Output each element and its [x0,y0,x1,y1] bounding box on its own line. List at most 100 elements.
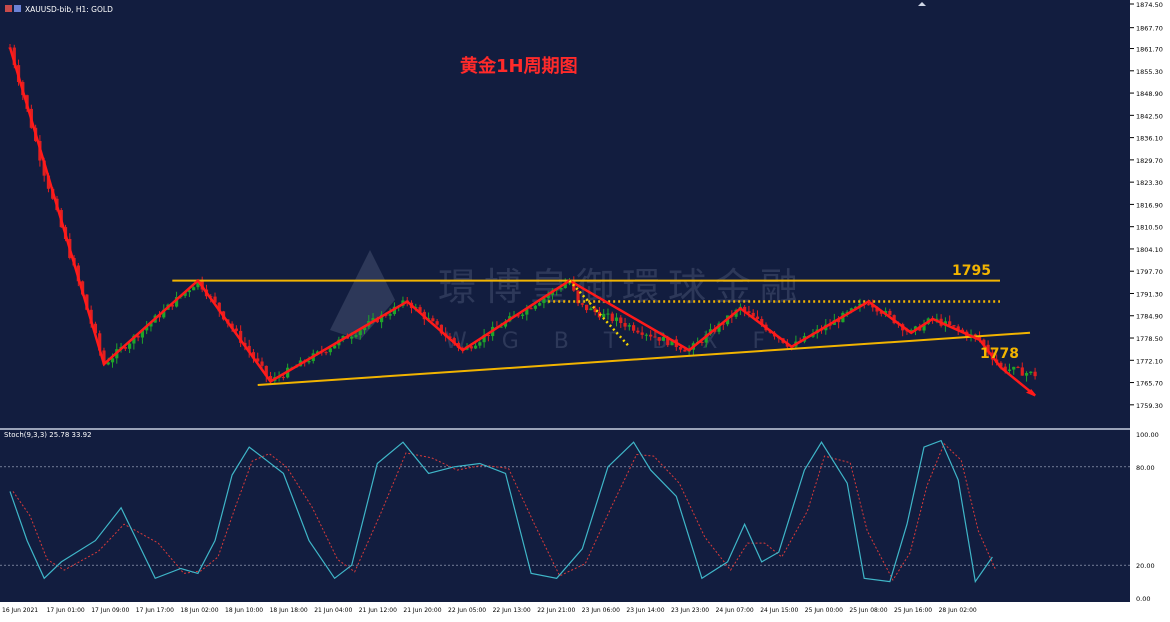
time-tick-label: 22 Jun 13:00 [493,607,531,614]
candle-body [649,334,653,337]
candle-body [260,361,264,366]
chart-window: 璟博皇御環球金融 W G B T B X F 1874.50 1867.70 186… [0,0,1170,618]
candle-body [431,318,435,322]
candle-body [435,321,439,325]
candle-body [678,347,683,350]
time-tick-label: 21 Jun 04:00 [314,607,352,614]
candle-body [281,376,285,378]
level-label-1795: 1795 [952,263,991,279]
candle-body [636,330,640,333]
price-tick-label: 1867.70 [1136,25,1163,33]
window-title: XAUUSD-bib, H1: GOLD [25,5,113,14]
candle-body [1016,366,1020,368]
time-tick-label: 25 Jun 08:00 [849,607,887,614]
candle-body [388,314,392,316]
price-tick-label: 1759.30 [1136,402,1163,410]
price-tick-label: 1816.90 [1136,201,1163,209]
candle-body [602,313,606,318]
price-tick-label: 1784.90 [1136,313,1163,321]
candle-body [866,304,871,306]
stoch-tick-label: 100.00 [1136,431,1159,439]
time-tick-label: 24 Jun 15:00 [760,607,798,614]
chart-canvas: 璟博皇御環球金融 W G B T B X F 1874.50 1867.70 186… [0,0,1170,618]
candle-body [520,314,525,316]
candle-body [1029,371,1033,374]
stoch-tick-label: 80.00 [1136,464,1155,472]
time-tick-label: 16 Jun 2021 [2,607,38,614]
stoch-tick-label: 0.00 [1136,595,1150,603]
time-tick-label: 23 Jun 23:00 [671,607,709,614]
time-tick-label: 21 Jun 20:00 [403,607,441,614]
price-tick-label: 1829.70 [1136,157,1163,165]
candle-body [1012,366,1016,370]
price-tick-label: 1791.30 [1136,290,1163,298]
time-tick-label: 17 Jun 09:00 [91,607,129,614]
candle-body [631,325,636,331]
candle-body [948,321,952,326]
candle-body [529,308,533,310]
candle-body [683,349,687,352]
price-tick-label: 1772.10 [1136,357,1163,365]
candle-body [192,287,196,291]
time-tick-label: 22 Jun 05:00 [448,607,486,614]
candle-body [644,334,649,336]
candle-body [473,345,478,349]
time-tick-label: 18 Jun 18:00 [270,607,308,614]
time-tick-label: 25 Jun 16:00 [894,607,932,614]
time-tick-label: 22 Jun 21:00 [537,607,575,614]
time-tick-label: 21 Jun 12:00 [359,607,397,614]
candle-body [1024,373,1029,376]
candle-body [585,304,589,311]
stoch-tick-label: 20.00 [1136,562,1155,570]
price-tick-label: 1797.70 [1136,268,1163,276]
price-tick-label: 1810.50 [1136,224,1163,232]
candle-body [657,337,661,341]
flag-icon [14,5,21,12]
time-tick-label: 18 Jun 10:00 [225,607,263,614]
candle-body [661,336,666,341]
price-tick-label: 1842.50 [1136,112,1163,120]
price-tick-label: 1855.30 [1136,68,1163,76]
candle-body [307,361,311,363]
time-tick-label: 23 Jun 14:00 [626,607,664,614]
time-tick-label: 18 Jun 02:00 [180,607,218,614]
candle-body [538,303,542,306]
candle-body [478,342,482,346]
candle-body [1007,369,1012,371]
price-tick-label: 1765.70 [1136,380,1163,388]
candle-body [619,317,623,324]
price-tick-label: 1804.10 [1136,246,1163,254]
candle-body [610,313,614,321]
candle-body [350,336,354,339]
candle-body [755,316,760,319]
time-tick-label: 28 Jun 02:00 [939,607,977,614]
candle-body [589,308,593,311]
watermark-subtext: W G B T B X F [445,329,779,354]
candle-body [1020,367,1024,376]
candle-body [328,348,332,353]
watermark-text: 璟博皇御環球金融 [438,265,806,309]
time-tick-label: 23 Jun 06:00 [582,607,620,614]
price-tick-label: 1861.70 [1136,46,1163,54]
candle-body [324,352,328,354]
time-tick-label: 17 Jun 01:00 [47,607,85,614]
candle-body [533,305,537,309]
candle-body [1033,371,1037,377]
candle-body [640,332,644,335]
price-tick-label: 1874.50 [1136,1,1163,9]
stoch-title: Stoch(9,3,3) 25.78 33.92 [4,431,92,439]
time-tick-label: 17 Jun 17:00 [136,607,174,614]
price-tick-label: 1836.10 [1136,135,1163,143]
level-label-1778: 1778 [980,346,1019,362]
chart-annotation-title: 黄金1H周期图 [460,55,578,77]
candle-body [627,325,631,327]
candle-body [952,325,956,327]
price-tick-label: 1848.90 [1136,90,1163,98]
price-tick-label: 1823.30 [1136,179,1163,187]
time-tick-label: 24 Jun 07:00 [716,607,754,614]
time-tick-label: 25 Jun 00:00 [805,607,843,614]
candle-body [354,335,358,337]
candle-body [653,336,657,338]
candle-body [127,343,132,349]
candle-body [614,317,619,321]
